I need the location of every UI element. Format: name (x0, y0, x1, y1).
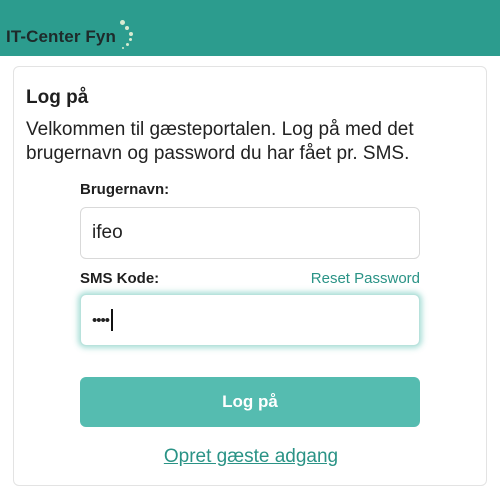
logo-dots-icon (118, 17, 138, 53)
username-label: Brugernavn: (80, 181, 170, 198)
username-value: ifeo (92, 222, 123, 243)
sms-code-masked-value: •••• (92, 311, 110, 329)
reset-password-link[interactable]: Reset Password (311, 270, 420, 287)
username-input[interactable]: ifeo (80, 207, 420, 259)
login-card: Log på Velkommen til gæsteportalen. Log … (13, 66, 487, 486)
brand-logo[interactable]: IT-Center Fyn (6, 19, 138, 55)
sms-code-input[interactable]: •••• (80, 294, 420, 346)
sms-code-label: SMS Kode: (80, 270, 160, 287)
page-title: Log på (26, 87, 89, 108)
app-header: IT-Center Fyn (0, 0, 500, 56)
create-guest-access-link[interactable]: Opret gæste adgang (14, 446, 488, 468)
brand-name: IT-Center Fyn (6, 27, 116, 46)
login-button[interactable]: Log på (80, 377, 420, 427)
welcome-text: Velkommen til gæsteportalen. Log på med … (26, 119, 414, 164)
text-cursor (111, 309, 113, 331)
